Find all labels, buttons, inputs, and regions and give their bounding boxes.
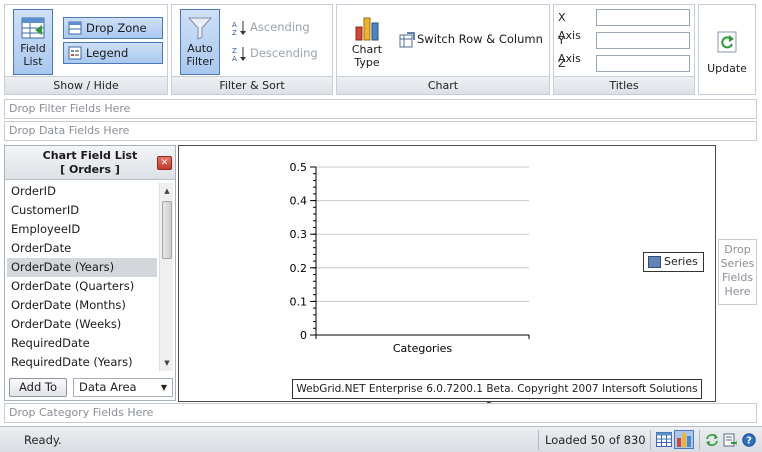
status-separator <box>699 430 700 450</box>
field-list-scrollbar[interactable]: ▲ ▼ <box>159 183 173 371</box>
ribbon-toolbar: Field List Drop Zone Legend Show / Hide <box>0 0 762 99</box>
chevron-down-icon: ▼ <box>160 383 167 392</box>
chart-field-list-panel: Chart Field List [ Orders ] ✕ OrderID Cus… <box>4 145 176 401</box>
field-list-label: Field List <box>20 42 46 68</box>
copyright-notice: WebGrid.NET Enterprise 6.0.7200.1 Beta. … <box>292 379 702 413</box>
refresh-arrows-icon[interactable] <box>705 433 719 447</box>
field-list-item[interactable]: OrderDate (Months) <box>7 296 157 315</box>
switch-row-column-icon <box>399 32 415 48</box>
filter-drop-zone[interactable]: Drop Filter Fields Here <box>4 99 757 119</box>
field-list-item[interactable]: RequiredDate (Years) <box>7 353 157 372</box>
area-select[interactable]: Data Area ▼ <box>73 378 173 397</box>
field-list-title: Chart Field List <box>42 149 138 162</box>
data-drop-zone[interactable]: Drop Data Fields Here <box>4 121 757 141</box>
field-list-item[interactable]: EmployeeID <box>7 220 157 239</box>
legend-button[interactable]: Legend <box>63 42 163 64</box>
ascending-label: Ascending <box>250 20 310 34</box>
export-icon[interactable] <box>723 433 737 447</box>
field-list-item[interactable]: OrderDate (Weeks) <box>7 315 157 334</box>
ascending-button[interactable]: A Z Ascending <box>228 17 332 39</box>
help-icon[interactable]: ? <box>742 433 756 447</box>
field-list-item[interactable]: OrderID <box>7 182 157 201</box>
field-list-item[interactable]: CustomerID <box>7 201 157 220</box>
status-text: Ready. <box>24 433 62 447</box>
field-list-items: OrderID CustomerID EmployeeID OrderDate Orde… <box>7 182 157 372</box>
refresh-icon <box>717 31 737 53</box>
drop-zone-button[interactable]: Drop Zone <box>63 17 163 39</box>
sort-descending-icon: Z A <box>232 47 246 62</box>
chart-legend: Series <box>643 252 704 272</box>
x-axis-input[interactable] <box>596 9 690 26</box>
switch-row-column-label: Switch Row & Column <box>417 32 543 46</box>
drop-zone-label: Drop Zone <box>86 21 147 35</box>
group-titles: X Axis Y Axis Z Axis Titles <box>553 4 695 95</box>
group-chart: Chart Type Switch Row & Column Chart <box>336 4 550 95</box>
status-bar: Ready. Loaded 50 of 830 ? <box>0 426 762 452</box>
x-axis-row: X Axis <box>558 9 690 42</box>
z-axis-input[interactable] <box>596 55 690 72</box>
switch-row-column-button[interactable]: Switch Row & Column <box>395 29 547 51</box>
y-axis-input[interactable] <box>596 32 690 49</box>
bar-chart-icon <box>355 17 379 41</box>
add-to-button[interactable]: Add To <box>9 378 67 397</box>
field-list-icon <box>21 17 45 39</box>
status-separator <box>538 430 539 450</box>
scroll-up-icon[interactable]: ▲ <box>160 185 174 197</box>
update-button[interactable]: Update <box>698 4 756 95</box>
chart-type-button[interactable]: Chart Type <box>345 9 389 75</box>
close-icon[interactable]: ✕ <box>157 156 172 170</box>
field-list-button[interactable]: Field List <box>13 9 53 75</box>
field-list-item[interactable]: RequiredDate <box>7 334 157 353</box>
svg-text:?: ? <box>746 436 752 447</box>
chart-type-label: Chart Type <box>351 43 383 69</box>
group-label-filter-sort: Filter & Sort <box>172 76 332 94</box>
legend-series-label: Series <box>664 255 698 268</box>
auto-filter-label: Auto Filter <box>186 42 214 68</box>
chart-view-icon[interactable] <box>674 430 694 449</box>
svg-text:Z: Z <box>232 29 237 36</box>
descending-label: Descending <box>250 46 318 60</box>
svg-text:A: A <box>232 55 237 62</box>
field-list-header: Chart Field List [ Orders ] ✕ <box>5 146 175 180</box>
auto-filter-button[interactable]: Auto Filter <box>180 9 220 75</box>
svg-text:Z: Z <box>232 47 237 55</box>
field-list-subtitle: [ Orders ] <box>60 163 120 176</box>
group-label-titles: Titles <box>554 76 694 94</box>
chart-frame <box>178 145 716 402</box>
status-separator <box>650 430 651 450</box>
field-list-item[interactable]: OrderDate (Years) <box>7 258 157 277</box>
funnel-icon <box>187 17 213 40</box>
scroll-down-icon[interactable]: ▼ <box>160 357 174 369</box>
scrollbar-thumb[interactable] <box>162 201 172 259</box>
sort-ascending-icon: A Z <box>232 21 246 36</box>
group-label-show-hide: Show / Hide <box>5 76 167 94</box>
svg-text:A: A <box>232 21 237 29</box>
z-axis-row: Z Axis <box>558 55 690 88</box>
field-list-item[interactable]: OrderDate (Quarters) <box>7 277 157 296</box>
drop-zone-icon <box>68 21 82 35</box>
y-axis-row: Y Axis <box>558 32 690 65</box>
grid-view-icon[interactable] <box>656 432 672 447</box>
legend-series-swatch <box>648 256 661 268</box>
update-label: Update <box>707 62 747 75</box>
field-list-footer: Add To Data Area ▼ <box>5 374 175 400</box>
area-select-value: Data Area <box>79 380 137 394</box>
loaded-count: Loaded 50 of 830 <box>545 433 646 447</box>
group-filter-sort: Auto Filter A Z Ascending Z A Descending… <box>171 4 333 95</box>
category-drop-zone[interactable]: Drop Category Fields Here <box>4 403 757 423</box>
group-label-chart: Chart <box>337 76 549 94</box>
group-show-hide: Field List Drop Zone Legend Show / Hide <box>4 4 168 95</box>
legend-icon <box>68 46 82 60</box>
descending-button[interactable]: Z A Descending <box>228 43 332 65</box>
series-drop-zone[interactable]: Drop Series Fields Here <box>718 239 757 305</box>
field-list-item[interactable]: OrderDate <box>7 239 157 258</box>
legend-label: Legend <box>86 46 129 60</box>
